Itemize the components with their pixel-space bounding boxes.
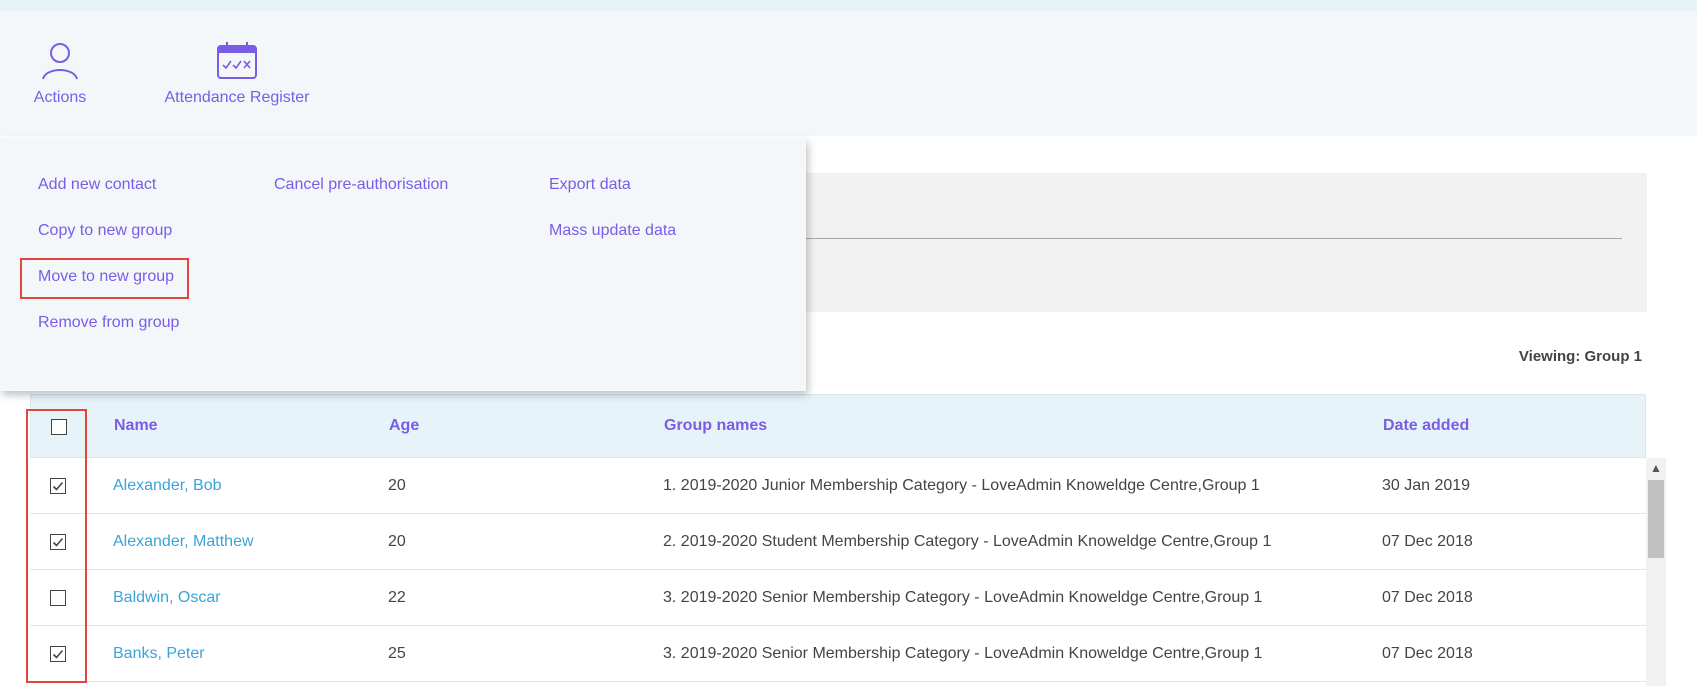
column-header-age[interactable]: Age [389,417,419,435]
menu-column-1: Add new contact Copy to new group Move t… [38,176,179,360]
actions-label: Actions [33,89,87,106]
contacts-table: Name Age Group names Date added Alexande… [30,394,1646,682]
viewing-label: Viewing: Group 1 [1518,348,1642,365]
table-row[interactable]: Banks, Peter 25 3. 2019-2020 Senior Member… [30,626,1646,682]
checkmark-icon [52,649,64,659]
table-scrollbar[interactable]: ▲ [1646,458,1666,686]
column-header-name[interactable]: Name [114,417,158,435]
contact-age: 22 [388,589,406,606]
contact-age: 25 [388,645,406,662]
contact-date-added: 30 Jan 2019 [1382,477,1471,494]
column-header-date-added[interactable]: Date added [1383,417,1469,435]
checkmark-icon [52,481,64,491]
contact-name-link[interactable]: Baldwin, Oscar [113,589,221,607]
menu-item-add-new-contact[interactable]: Add new contact [38,176,179,222]
table-body: Alexander, Bob 20 1. 2019-2020 Junior Memb… [30,458,1646,682]
menu-item-cancel-pre-authorisation[interactable]: Cancel pre-authorisation [274,176,448,222]
menu-item-mass-update-data[interactable]: Mass update data [549,222,676,268]
table-row[interactable]: Alexander, Bob 20 1. 2019-2020 Junior Memb… [30,458,1646,514]
contact-age: 20 [388,477,406,494]
contact-name-link[interactable]: Alexander, Matthew [113,533,254,551]
filter-divider [800,238,1622,239]
top-strip [0,0,1697,11]
menu-item-export-data[interactable]: Export data [549,176,676,222]
person-icon [42,43,78,80]
table-header: Name Age Group names Date added [30,394,1646,458]
scrollbar-thumb[interactable] [1648,480,1664,558]
contact-date-added: 07 Dec 2018 [1382,589,1473,606]
attendance-register-label: Attendance Register [164,89,310,106]
contact-group-names: 2. 2019-2020 Student Membership Category… [663,533,1272,550]
actions-button[interactable]: Actions [22,41,98,107]
contact-date-added: 07 Dec 2018 [1382,645,1473,662]
toolbar: Actions Attendance Register [0,11,1697,136]
select-all-checkbox[interactable] [51,419,67,435]
filter-panel [690,173,1647,312]
calendar-check-icon [217,42,257,79]
table-row[interactable]: Alexander, Matthew 20 2. 2019-2020 Student… [30,514,1646,570]
column-header-group-names[interactable]: Group names [664,417,767,435]
row-checkbox[interactable] [50,590,66,606]
menu-column-2: Cancel pre-authorisation [274,176,448,222]
table-row[interactable]: Baldwin, Oscar 22 3. 2019-2020 Senior Memb… [30,570,1646,626]
menu-item-copy-to-new-group[interactable]: Copy to new group [38,222,179,268]
contact-name-link[interactable]: Alexander, Bob [113,477,222,495]
contact-date-added: 07 Dec 2018 [1382,533,1473,550]
attendance-register-button[interactable]: Attendance Register [155,41,319,107]
menu-item-remove-from-group[interactable]: Remove from group [38,314,179,360]
contact-group-names: 1. 2019-2020 Junior Membership Category … [663,477,1260,494]
checkmark-icon [52,537,64,547]
contact-group-names: 3. 2019-2020 Senior Membership Category … [663,645,1263,662]
chevron-up-icon[interactable]: ▲ [1646,458,1666,478]
menu-column-3: Export data Mass update data [549,176,676,268]
contact-group-names: 3. 2019-2020 Senior Membership Category … [663,589,1263,606]
menu-item-move-to-new-group[interactable]: Move to new group [38,268,179,314]
row-checkbox[interactable] [50,646,66,662]
row-checkbox[interactable] [50,478,66,494]
actions-dropdown-menu: Add new contact Copy to new group Move t… [0,138,806,391]
contact-name-link[interactable]: Banks, Peter [113,645,205,663]
row-checkbox[interactable] [50,534,66,550]
contact-age: 20 [388,533,406,550]
